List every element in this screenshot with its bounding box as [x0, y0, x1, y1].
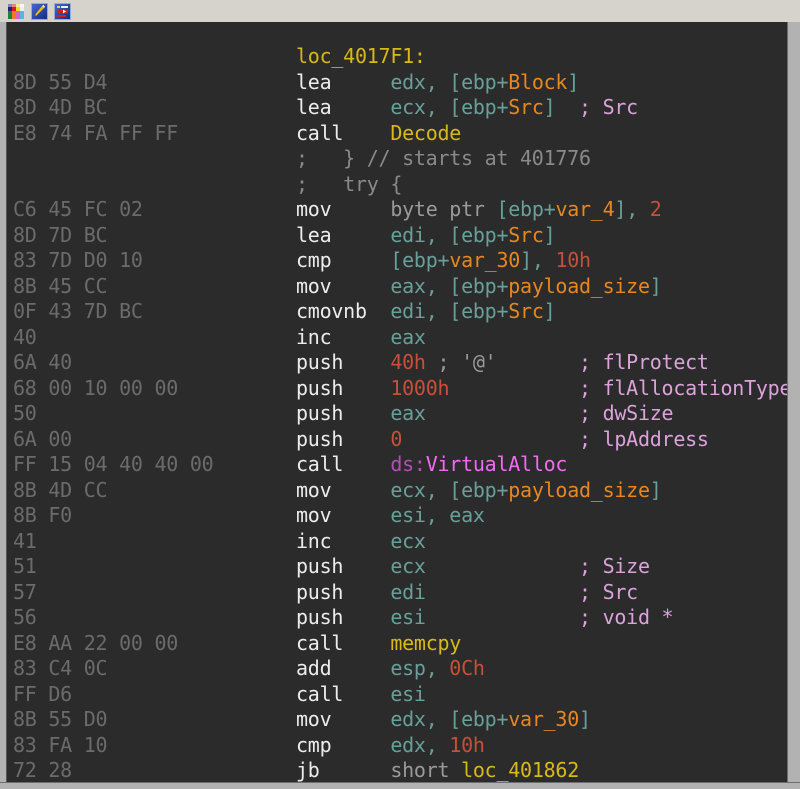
asm-line[interactable]: 51 push ecx ; Size: [13, 554, 787, 580]
asm-line[interactable]: 83 7D D0 10 cmp [ebp+var_30], 10h: [13, 248, 787, 274]
asm-line[interactable]: 8B F0 mov esi, eax: [13, 503, 787, 529]
asm-line[interactable]: 83 C4 0C add esp, 0Ch: [13, 656, 787, 682]
disassembly-listing: loc_4017F1:8D 55 D4 lea edx, [ebp+Block]…: [7, 22, 787, 782]
ida-window: loc_4017F1:8D 55 D4 lea edx, [ebp+Block]…: [0, 0, 800, 789]
asm-line[interactable]: ; } // starts at 401776: [13, 146, 787, 172]
asm-line[interactable]: 6A 00 push 0 ; lpAddress: [13, 427, 787, 453]
asm-line[interactable]: 8B 45 CC mov eax, [ebp+payload_size]: [13, 274, 787, 300]
asm-line[interactable]: 40 inc eax: [13, 325, 787, 351]
toolbar: [0, 0, 800, 22]
disassembly-view: loc_4017F1:8D 55 D4 lea edx, [ebp+Block]…: [6, 22, 787, 782]
pencil-edit-icon[interactable]: [31, 3, 48, 20]
asm-line[interactable]: E8 AA 22 00 00 call memcpy: [13, 631, 787, 657]
asm-line[interactable]: 50 push eax ; dwSize: [13, 401, 787, 427]
asm-line[interactable]: 8D 4D BC lea ecx, [ebp+Src] ; Src: [13, 95, 787, 121]
asm-line[interactable]: C6 45 FC 02 mov byte ptr [ebp+var_4], 2: [13, 197, 787, 223]
window-frame-bottom: [0, 782, 800, 789]
asm-line[interactable]: 57 push edi ; Src: [13, 580, 787, 606]
window-frame-right: [787, 22, 800, 789]
asm-line[interactable]: E8 74 FA FF FF call Decode: [13, 121, 787, 147]
asm-line[interactable]: 72 28 jb short loc_401862: [13, 758, 787, 782]
xrefs-list-icon-svg: [54, 3, 71, 20]
asm-line[interactable]: 41 inc ecx: [13, 529, 787, 555]
asm-line[interactable]: ; try {: [13, 172, 787, 198]
asm-line[interactable]: 8D 7D BC lea edi, [ebp+Src]: [13, 223, 787, 249]
asm-line[interactable]: loc_4017F1:: [13, 44, 787, 70]
asm-line[interactable]: FF D6 call esi: [13, 682, 787, 708]
asm-line[interactable]: 8B 4D CC mov ecx, [ebp+payload_size]: [13, 478, 787, 504]
palette-icon[interactable]: [8, 3, 25, 20]
xrefs-list-icon[interactable]: [54, 3, 71, 20]
pencil-edit-icon-svg: [31, 3, 48, 20]
palette-icon-svg: [8, 3, 25, 20]
asm-line[interactable]: 8B 55 D0 mov edx, [ebp+var_30]: [13, 707, 787, 733]
asm-line[interactable]: 8D 55 D4 lea edx, [ebp+Block]: [13, 70, 787, 96]
asm-line[interactable]: FF 15 04 40 40 00 call ds:VirtualAlloc: [13, 452, 787, 478]
asm-line[interactable]: 0F 43 7D BC cmovnb edi, [ebp+Src]: [13, 299, 787, 325]
asm-line[interactable]: 83 FA 10 cmp edx, 10h: [13, 733, 787, 759]
asm-line[interactable]: 6A 40 push 40h ; '@' ; flProtect: [13, 350, 787, 376]
asm-line[interactable]: 68 00 10 00 00 push 1000h ; flAllocation…: [13, 376, 787, 402]
asm-line[interactable]: 56 push esi ; void *: [13, 605, 787, 631]
